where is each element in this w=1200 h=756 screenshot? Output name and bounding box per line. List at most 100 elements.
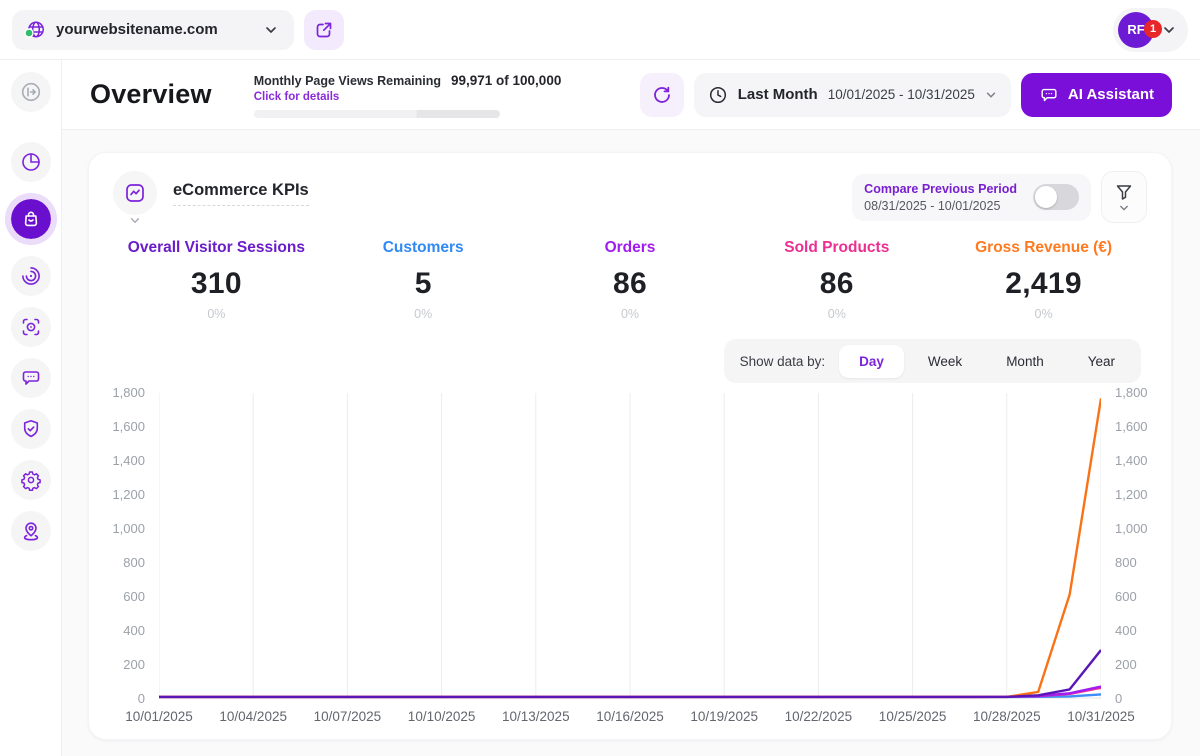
pie-chart-icon <box>20 151 42 173</box>
kpi-label[interactable]: Customers <box>320 239 527 257</box>
show-data-by-option-week[interactable]: Week <box>908 345 982 378</box>
sidebar-item-ecommerce[interactable] <box>11 199 51 239</box>
location-pin-icon <box>20 520 42 542</box>
top-bar: yourwebsitename.com RF 1 <box>0 0 1200 60</box>
kpi-gross-revenue: Gross Revenue (€) 2,419 0% <box>940 239 1147 321</box>
target-scan-icon <box>20 316 42 338</box>
y-tick-label: 400 <box>1115 624 1157 638</box>
y-tick-label: 800 <box>1115 556 1157 570</box>
kpi-chart: 1,8001,6001,4001,2001,0008006004002000 1… <box>103 393 1157 729</box>
chevron-down-icon <box>264 23 278 37</box>
kpi-value: 86 <box>733 267 940 301</box>
kpi-value: 5 <box>320 267 527 301</box>
y-tick-label: 200 <box>103 658 145 672</box>
chevron-down-icon <box>1162 23 1176 37</box>
x-tick-label: 10/31/2025 <box>1067 709 1135 724</box>
open-website-button[interactable] <box>304 10 344 50</box>
notification-badge: 1 <box>1144 20 1162 38</box>
y-tick-label: 1,600 <box>103 420 145 434</box>
shield-check-icon <box>20 418 42 440</box>
ai-chat-icon <box>1039 85 1059 105</box>
y-tick-label: 1,400 <box>1115 454 1157 468</box>
y-tick-label: 1,000 <box>1115 522 1157 536</box>
website-name: yourwebsitename.com <box>56 21 254 38</box>
page-views-value: 99,971 of 100,000 <box>451 73 561 88</box>
widget-menu-button[interactable] <box>113 171 157 225</box>
refresh-button[interactable] <box>640 73 684 117</box>
sidebar-item-security[interactable] <box>11 409 51 449</box>
website-selector[interactable]: yourwebsitename.com <box>12 10 294 50</box>
sidebar-item-settings[interactable] <box>11 460 51 500</box>
x-axis: 10/01/202510/04/202510/07/202510/10/2025… <box>159 699 1101 729</box>
kpi-label[interactable]: Orders <box>527 239 734 257</box>
kpi-widget-icon <box>113 171 157 215</box>
compare-previous-period: Compare Previous Period 08/31/2025 - 10/… <box>852 174 1091 221</box>
sidebar-item-expand[interactable] <box>11 72 51 112</box>
y-axis-right: 1,8001,6001,4001,2001,0008006004002000 <box>1101 386 1157 706</box>
compare-toggle[interactable] <box>1033 184 1079 210</box>
kpi-sold-products: Sold Products 86 0% <box>733 239 940 321</box>
sidebar <box>0 60 62 756</box>
ai-assistant-label: AI Assistant <box>1068 86 1154 103</box>
filter-funnel-icon <box>1114 182 1134 202</box>
kpi-label[interactable]: Sold Products <box>733 239 940 257</box>
spiral-sessions-icon <box>20 265 42 287</box>
user-menu[interactable]: RF 1 <box>1113 8 1188 52</box>
sidebar-item-tracking[interactable] <box>11 307 51 347</box>
chart-plot <box>159 393 1101 699</box>
y-tick-label: 1,400 <box>103 454 145 468</box>
x-tick-label: 10/10/2025 <box>408 709 476 724</box>
ai-assistant-button[interactable]: AI Assistant <box>1021 73 1172 117</box>
filter-button[interactable] <box>1101 171 1147 223</box>
kpi-label[interactable]: Overall Visitor Sessions <box>113 239 320 257</box>
kpi-row: Overall Visitor Sessions 310 0% Customer… <box>103 239 1157 321</box>
y-tick-label: 600 <box>1115 590 1157 604</box>
show-data-by-option-year[interactable]: Year <box>1068 345 1135 378</box>
y-tick-label: 0 <box>103 692 145 706</box>
date-range-label: Last Month <box>738 86 818 103</box>
shopping-bag-icon <box>20 208 42 230</box>
kpi-delta: 0% <box>320 307 527 321</box>
page-views-details-link[interactable]: Click for details <box>254 91 441 103</box>
sidebar-item-sessions[interactable] <box>11 256 51 296</box>
y-axis-left: 1,8001,6001,4001,2001,0008006004002000 <box>103 386 159 706</box>
y-tick-label: 1,800 <box>103 386 145 400</box>
kpi-value: 86 <box>527 267 734 301</box>
kpi-delta: 0% <box>113 307 320 321</box>
chevron-down-icon <box>1118 204 1130 212</box>
date-range-selector[interactable]: Last Month 10/01/2025 - 10/31/2025 <box>694 73 1011 117</box>
content-area: eCommerce KPIs Compare Previous Period 0… <box>62 130 1200 756</box>
page-header: Overview Monthly Page Views Remaining Cl… <box>62 60 1200 130</box>
kpi-delta: 0% <box>527 307 734 321</box>
page-views-label: Monthly Page Views Remaining <box>254 74 441 88</box>
gear-icon <box>20 469 42 491</box>
kpi-value: 310 <box>113 267 320 301</box>
x-tick-label: 10/19/2025 <box>690 709 758 724</box>
page-views-block: Monthly Page Views Remaining Click for d… <box>254 72 562 118</box>
x-tick-label: 10/01/2025 <box>125 709 193 724</box>
y-tick-label: 200 <box>1115 658 1157 672</box>
compare-label: Compare Previous Period <box>864 182 1017 196</box>
y-tick-label: 1,200 <box>1115 488 1157 502</box>
show-data-by-label: Show data by: <box>740 354 826 369</box>
chevron-down-icon <box>129 216 141 225</box>
kpi-label[interactable]: Gross Revenue (€) <box>940 239 1147 257</box>
x-tick-label: 10/28/2025 <box>973 709 1041 724</box>
show-data-by-option-month[interactable]: Month <box>986 345 1064 378</box>
external-link-icon <box>314 20 334 40</box>
kpi-value: 2,419 <box>940 267 1147 301</box>
sidebar-item-analytics[interactable] <box>11 142 51 182</box>
x-tick-label: 10/16/2025 <box>596 709 664 724</box>
y-tick-label: 1,000 <box>103 522 145 536</box>
y-tick-label: 1,800 <box>1115 386 1157 400</box>
card-title: eCommerce KPIs <box>173 181 309 206</box>
y-tick-label: 0 <box>1115 692 1157 706</box>
compare-range: 08/31/2025 - 10/01/2025 <box>864 199 1017 213</box>
y-tick-label: 400 <box>103 624 145 638</box>
kpi-delta: 0% <box>733 307 940 321</box>
kpi-chart-svg <box>159 393 1101 699</box>
sidebar-item-geolocation[interactable] <box>11 511 51 551</box>
sidebar-item-feedback[interactable] <box>11 358 51 398</box>
show-data-by-option-day[interactable]: Day <box>839 345 904 378</box>
kpi-delta: 0% <box>940 307 1147 321</box>
